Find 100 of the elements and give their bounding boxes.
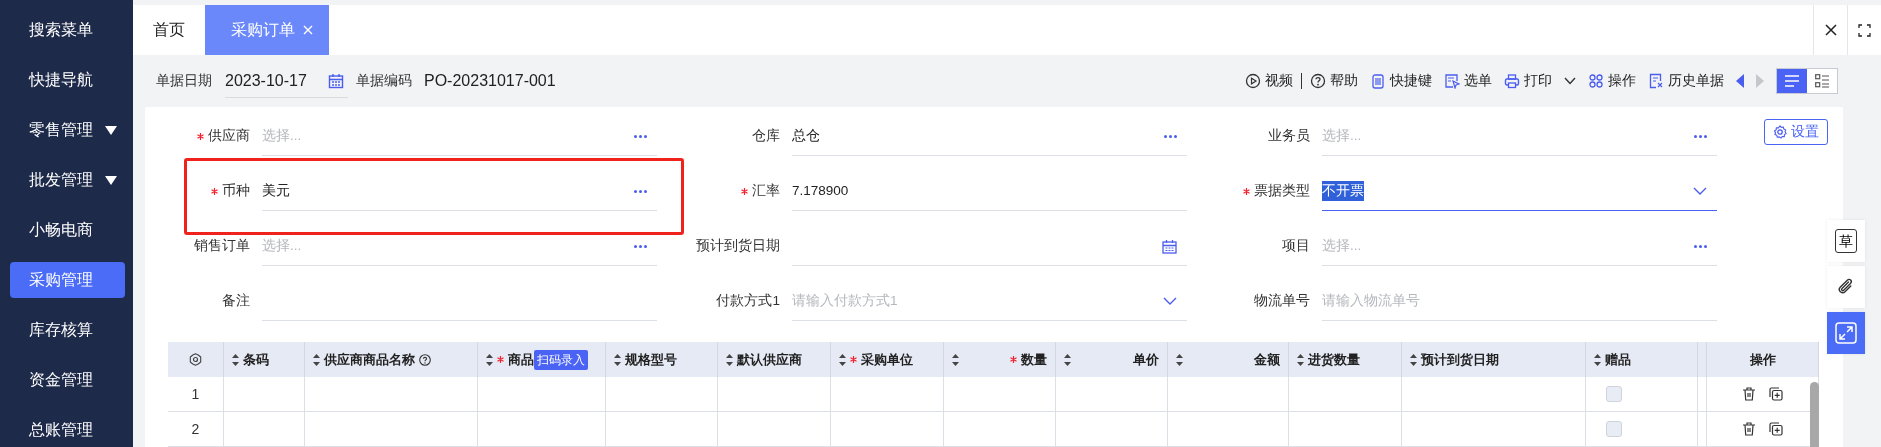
- sidebar-item[interactable]: 库存核算: [0, 305, 133, 355]
- more-icon[interactable]: [1694, 244, 1707, 248]
- toolbar-button[interactable]: 选单: [1438, 70, 1498, 92]
- sort-icon[interactable]: [1297, 353, 1304, 366]
- settings-icon[interactable]: [189, 353, 202, 366]
- sort-icon[interactable]: [1410, 353, 1417, 366]
- gear-icon: [1773, 125, 1787, 139]
- expand-button[interactable]: [1827, 312, 1865, 354]
- toolbar-button[interactable]: 快捷键: [1364, 70, 1438, 92]
- scrollbar[interactable]: [1810, 382, 1819, 447]
- sort-icon[interactable]: [1594, 353, 1601, 366]
- column-header[interactable]: 金额: [1254, 349, 1280, 370]
- sidebar-item[interactable]: 总账管理: [0, 405, 133, 447]
- input-field[interactable]: 7.178900: [792, 172, 1187, 211]
- view-toggle[interactable]: [1807, 69, 1837, 93]
- scan-entry-button[interactable]: 扫码录入: [534, 349, 588, 370]
- field-label: 预计到货日期: [696, 237, 780, 256]
- field-label: 汇率: [752, 182, 780, 201]
- sidebar-item[interactable]: 搜索菜单: [0, 5, 133, 55]
- lookup-field[interactable]: 美元: [262, 172, 657, 211]
- list-icon: [1785, 75, 1799, 87]
- column-header[interactable]: 采购单位: [861, 349, 913, 370]
- toolbar-button[interactable]: 帮助: [1304, 70, 1364, 92]
- column-header[interactable]: 数量: [1021, 349, 1047, 370]
- sort-icon[interactable]: [839, 353, 846, 366]
- detail-list-icon: [1815, 74, 1829, 88]
- select-field[interactable]: 不开票: [1322, 172, 1717, 211]
- column-header[interactable]: 单价: [1133, 349, 1159, 370]
- field-label: 单据编码: [356, 71, 412, 90]
- chevron-down-icon[interactable]: [1693, 187, 1707, 195]
- sort-icon[interactable]: [614, 353, 621, 366]
- row-number: 1: [168, 377, 224, 412]
- sort-icon[interactable]: [1064, 353, 1071, 366]
- column-header[interactable]: 赠品: [1605, 349, 1631, 370]
- more-icon[interactable]: [1694, 134, 1707, 138]
- copy-icon[interactable]: [1768, 422, 1783, 436]
- calendar-icon: [328, 72, 344, 89]
- sidebar-item[interactable]: 快捷导航: [0, 55, 133, 105]
- more-icon[interactable]: [1164, 134, 1177, 138]
- field-label: 付款方式1: [716, 292, 780, 311]
- copy-icon[interactable]: [1768, 387, 1783, 401]
- close-icon[interactable]: [303, 25, 313, 35]
- field-label: 仓库: [752, 127, 780, 146]
- row-number: 2: [168, 412, 224, 447]
- sidebar-item[interactable]: 小畅电商: [0, 205, 133, 255]
- trash-icon[interactable]: [1742, 422, 1755, 436]
- column-header[interactable]: 默认供应商: [737, 349, 802, 370]
- grid-icon: [1588, 73, 1604, 89]
- expand-icon: [1835, 322, 1857, 344]
- calendar-icon[interactable]: [1162, 238, 1177, 254]
- field-label: 币种: [222, 182, 250, 201]
- field-label: 票据类型: [1254, 182, 1310, 201]
- more-icon[interactable]: [634, 134, 647, 138]
- column-header[interactable]: 条码: [243, 349, 269, 370]
- sort-icon[interactable]: [1176, 353, 1183, 366]
- sidebar-item[interactable]: 资金管理: [0, 355, 133, 405]
- sort-icon[interactable]: [952, 353, 959, 366]
- checkbox[interactable]: [1606, 421, 1622, 437]
- printer-icon: [1504, 73, 1520, 89]
- toolbar-button[interactable]: 操作: [1582, 70, 1642, 92]
- field-label: 供应商: [208, 127, 250, 146]
- toolbar-button[interactable]: 历史单据: [1642, 70, 1730, 92]
- sort-icon[interactable]: [313, 353, 320, 366]
- sidebar-item[interactable]: 采购管理: [10, 262, 125, 298]
- close-icon: [1824, 24, 1837, 36]
- field-label: 销售订单: [194, 237, 250, 256]
- play-icon: [1245, 73, 1261, 89]
- field-label: 业务员: [1268, 127, 1310, 146]
- settings-button[interactable]: 设置: [1764, 119, 1828, 145]
- chevron-down-icon[interactable]: [1163, 297, 1177, 305]
- toolbar-button[interactable]: 打印: [1498, 70, 1582, 92]
- more-icon[interactable]: [634, 189, 647, 193]
- help-icon: [1310, 73, 1326, 89]
- sort-icon[interactable]: [232, 353, 239, 366]
- sidebar-item[interactable]: 批发管理: [0, 155, 133, 205]
- cursor-icon: [1444, 73, 1460, 89]
- document-icon: [1370, 73, 1386, 89]
- checkbox[interactable]: [1606, 386, 1622, 402]
- column-header[interactable]: 预计到货日期: [1421, 349, 1499, 370]
- toolbar-button[interactable]: 视频: [1239, 70, 1299, 92]
- field-value: PO-20231017-001: [424, 71, 556, 91]
- date-field[interactable]: 2023-10-17: [225, 64, 348, 98]
- attachment-button[interactable]: [1827, 266, 1865, 308]
- more-icon[interactable]: [634, 244, 647, 248]
- column-header: 操作: [1749, 350, 1776, 369]
- sidebar-item[interactable]: 零售管理: [0, 105, 133, 155]
- column-header[interactable]: 规格型号: [625, 349, 677, 370]
- divider: [1301, 73, 1302, 89]
- field-label: 单据日期: [156, 71, 212, 90]
- view-toggle[interactable]: [1777, 69, 1807, 93]
- sort-icon[interactable]: [726, 353, 733, 366]
- column-header[interactable]: 供应商商品名称: [324, 349, 415, 370]
- trash-icon[interactable]: [1742, 387, 1755, 401]
- fullscreen-icon: [1858, 23, 1871, 37]
- draft-button[interactable]: 草: [1827, 220, 1865, 262]
- sort-icon[interactable]: [486, 353, 493, 366]
- column-header[interactable]: 进货数量: [1308, 349, 1360, 370]
- column-header[interactable]: 商品: [508, 349, 534, 370]
- field-label: 物流单号: [1254, 292, 1310, 311]
- lookup-field[interactable]: 总仓: [792, 117, 1187, 156]
